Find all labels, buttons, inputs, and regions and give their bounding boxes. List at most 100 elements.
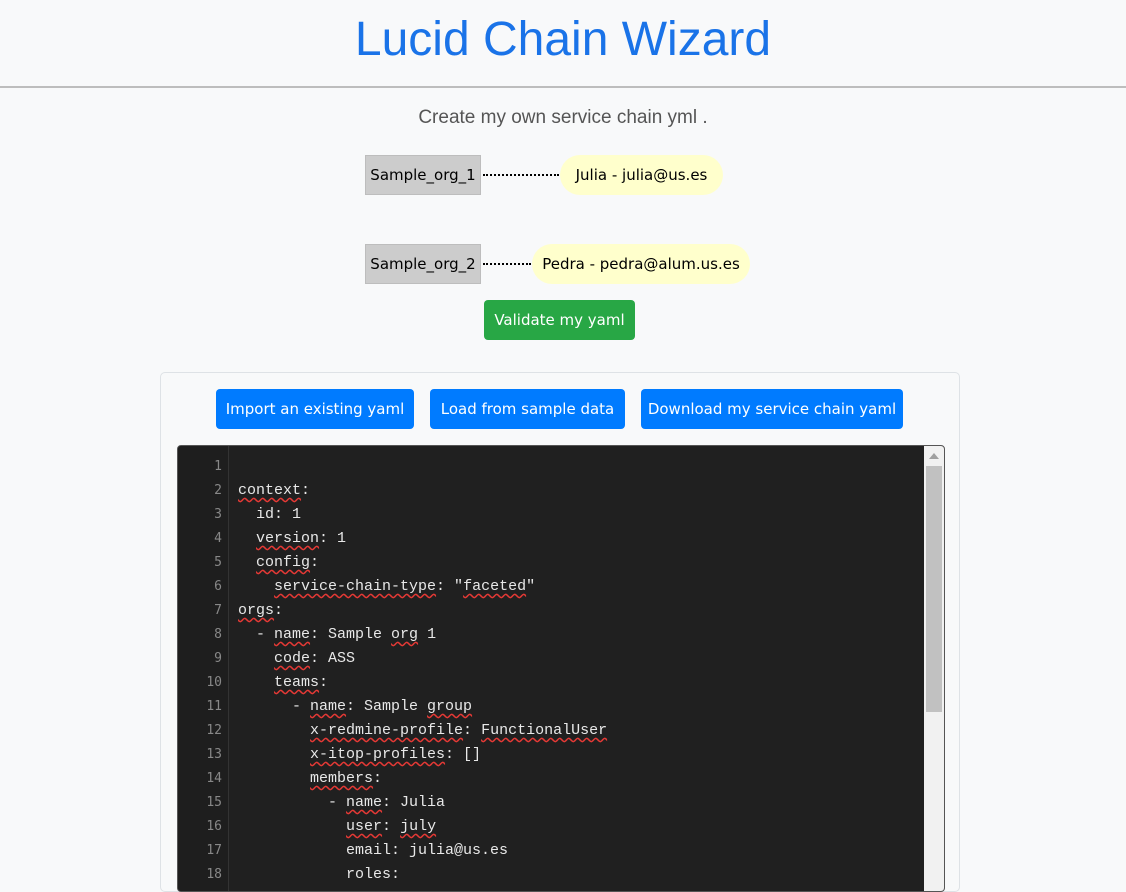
line-number: 2 <box>214 483 222 498</box>
load-sample-data-button[interactable]: Load from sample data <box>430 389 625 429</box>
code-line: roles: <box>238 863 400 887</box>
code-token: - <box>238 698 311 715</box>
page-subtitle: Create my own service chain yml . <box>418 107 708 128</box>
line-number: 18 <box>206 867 222 882</box>
editor-scrollbar[interactable] <box>924 446 944 891</box>
code-token: : <box>301 482 311 499</box>
code-line: context: <box>238 479 310 503</box>
code-line: members: <box>238 767 382 791</box>
code-token: x-redmine-profile <box>310 722 464 739</box>
line-number: 16 <box>206 819 222 834</box>
code-token: email: julia@us.es <box>238 842 509 859</box>
line-number: 4 <box>214 531 222 546</box>
line-number: 14 <box>206 771 222 786</box>
code-line: - name: Sample org 1 <box>238 623 436 647</box>
code-line: user: july <box>238 815 436 839</box>
code-token: : ASS <box>310 650 356 667</box>
member-node[interactable]: Julia - julia@us.es <box>560 155 723 195</box>
scrollbar-thumb[interactable] <box>926 466 942 712</box>
code-token: : " <box>436 578 464 595</box>
line-number: 12 <box>206 723 222 738</box>
line-number: 13 <box>206 747 222 762</box>
code-token: - <box>238 794 347 811</box>
code-line: - name: Julia <box>238 791 445 815</box>
code-token: version <box>256 530 320 547</box>
code-token: members <box>310 770 374 787</box>
code-token: july <box>400 818 437 835</box>
code-token: FunctionalUser <box>481 722 608 739</box>
code-token: : <box>319 674 329 691</box>
code-token: code <box>274 650 311 667</box>
code-token: config <box>256 554 311 571</box>
line-number: 5 <box>214 555 222 570</box>
code-token: : <box>310 554 320 571</box>
code-token: : <box>463 722 482 739</box>
line-number: 17 <box>206 843 222 858</box>
code-token: roles: <box>238 866 401 883</box>
line-number: 1 <box>214 459 222 474</box>
code-line: teams: <box>238 671 328 695</box>
code-token: : 1 <box>319 530 347 547</box>
code-token: group <box>427 698 473 715</box>
validate-yaml-button[interactable]: Validate my yaml <box>484 300 635 340</box>
line-number: 3 <box>214 507 222 522</box>
yaml-code-editor[interactable]: 1 2 3 4 5 6 7 8 9 10 11 12 13 14 15 16 17 18 context: id:… <box>177 445 945 892</box>
code-token: id: 1 <box>238 506 302 523</box>
code-line: config: <box>238 551 319 575</box>
code-token: context <box>238 482 302 499</box>
code-line: orgs: <box>238 599 283 623</box>
code-token: : [] <box>445 746 482 763</box>
code-line: x-redmine-profile: FunctionalUser <box>238 719 607 743</box>
member-node[interactable]: Pedra - pedra@alum.us.es <box>532 244 750 284</box>
org-member-link <box>483 174 559 176</box>
code-token: user <box>346 818 383 835</box>
code-token: org <box>391 626 419 643</box>
line-number: 8 <box>214 627 222 642</box>
line-number: 7 <box>214 603 222 618</box>
line-number: 11 <box>206 699 222 714</box>
code-token: name <box>346 794 383 811</box>
download-yaml-button[interactable]: Download my service chain yaml <box>641 389 903 429</box>
code-token: : <box>382 818 401 835</box>
page-header: Lucid Chain Wizard <box>0 0 1126 88</box>
line-number: 15 <box>206 795 222 810</box>
code-token: faceted <box>463 578 527 595</box>
code-token: x-itop-profiles <box>310 746 446 763</box>
code-token: - <box>238 626 275 643</box>
code-token: " <box>526 578 536 595</box>
org-node[interactable]: Sample_org_1 <box>365 155 481 195</box>
code-line: - name: Sample group <box>238 695 472 719</box>
code-token: : Sample <box>346 698 428 715</box>
code-token: : Sample <box>310 626 392 643</box>
code-token: 1 <box>418 626 437 643</box>
code-token: : <box>274 602 284 619</box>
code-line: id: 1 <box>238 503 301 527</box>
code-token: teams <box>274 674 320 691</box>
page-title: Lucid Chain Wizard <box>354 13 772 66</box>
import-yaml-button[interactable]: Import an existing yaml <box>216 389 414 429</box>
code-token: name <box>274 626 311 643</box>
org-member-link <box>483 263 531 265</box>
line-number: 6 <box>214 579 222 594</box>
code-line: email: julia@us.es <box>238 839 508 863</box>
code-line: code: ASS <box>238 647 355 671</box>
code-token: : Julia <box>382 794 446 811</box>
code-line: service-chain-type: "faceted" <box>238 575 535 599</box>
org-node[interactable]: Sample_org_2 <box>365 244 481 284</box>
code-token: service-chain-type <box>274 578 437 595</box>
line-number: 10 <box>206 675 222 690</box>
line-number: 9 <box>214 651 222 666</box>
code-line: version: 1 <box>238 527 346 551</box>
scroll-up-arrow-icon[interactable] <box>929 453 939 459</box>
code-line: x-itop-profiles: [] <box>238 743 481 767</box>
line-number-gutter: 1 2 3 4 5 6 7 8 9 10 11 12 13 14 15 16 17 18 <box>178 446 229 891</box>
